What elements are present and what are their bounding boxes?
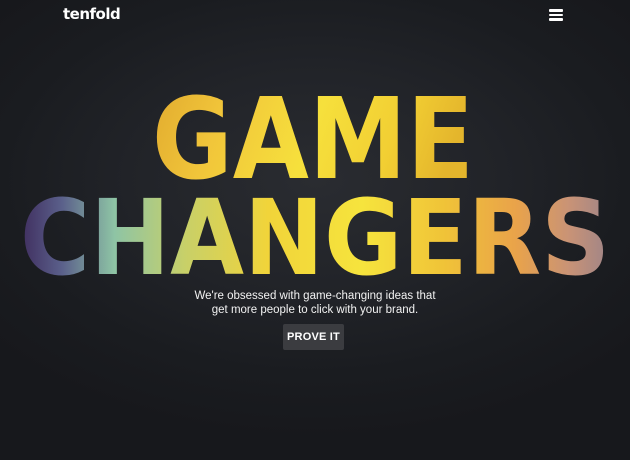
tagline-line-2: get more people to click with your brand…	[211, 304, 419, 316]
headline-changers: CHANGERS	[20, 177, 610, 299]
page: tenfold GAME CHANGERS We're obsessed wit…	[0, 0, 630, 460]
prove-it-button[interactable]: PROVE IT	[283, 324, 344, 350]
hero-headline: GAME CHANGERS	[20, 75, 610, 299]
hero-tagline: We're obsessed with game-changing ideas …	[165, 289, 465, 317]
tagline-line-1: We're obsessed with game-changing ideas …	[194, 290, 436, 302]
